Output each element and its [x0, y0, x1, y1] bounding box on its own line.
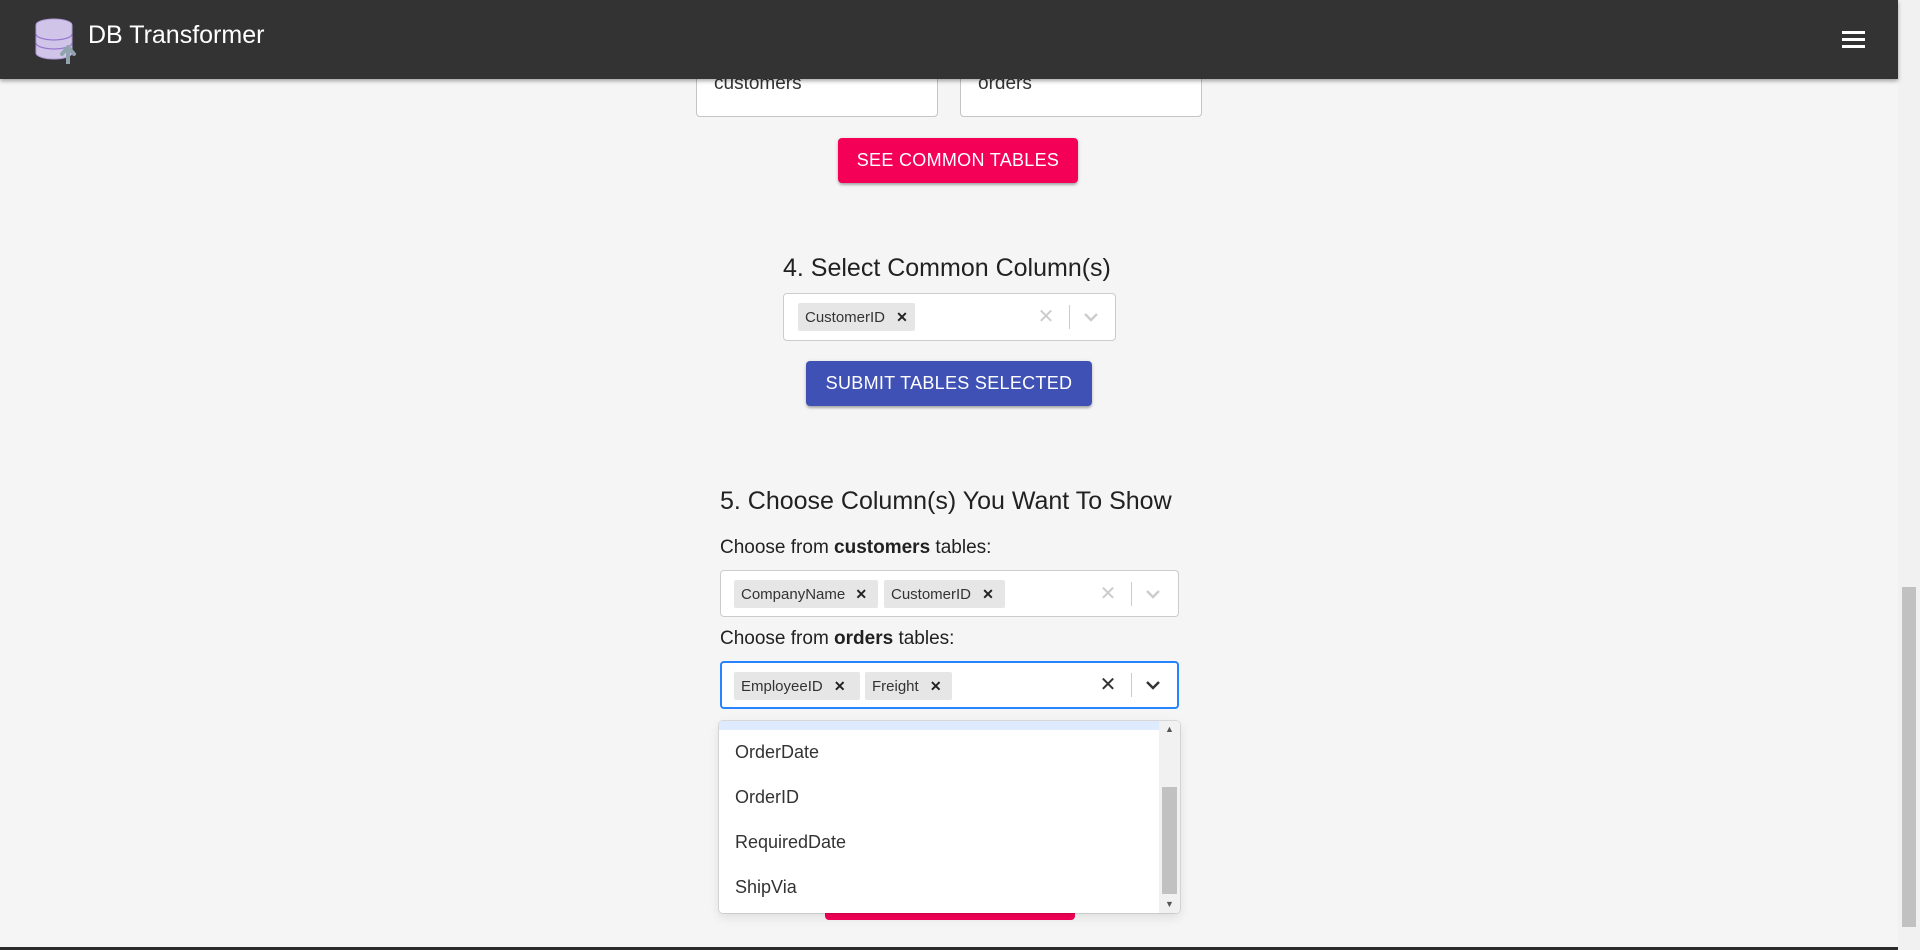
selected-chip: CustomerID ✕ [884, 580, 1005, 608]
chevron-down-icon[interactable] [1076, 303, 1106, 331]
highlighted-option[interactable] [719, 721, 1159, 730]
app-title: DB Transformer [88, 21, 265, 49]
chevron-down-icon[interactable] [1138, 671, 1168, 699]
selected-chip: Freight ✕ [865, 672, 952, 700]
step5-heading: 5. Choose Column(s) You Want To Show [720, 487, 1172, 515]
menu-option[interactable]: RequiredDate [719, 820, 1159, 865]
indicator-separator [1131, 582, 1132, 606]
selected-chip: EmployeeID ✕ [734, 672, 860, 700]
scroll-up-icon[interactable]: ▲ [1163, 724, 1176, 734]
label-prefix: Choose from [720, 537, 835, 558]
selected-chip: CompanyName ✕ [734, 580, 878, 608]
chip-label: CompanyName [741, 585, 846, 603]
scroll-down-icon[interactable]: ▼ [1163, 899, 1176, 909]
menu-option[interactable]: OrderID [719, 775, 1159, 820]
chip-label: Freight [872, 677, 919, 695]
chip-label: CustomerID [805, 308, 886, 326]
menu-scrollbar-thumb[interactable] [1162, 787, 1177, 894]
label-suffix: tables: [930, 537, 992, 558]
chip-label: CustomerID [891, 585, 972, 603]
clear-icon[interactable]: ✕ [1094, 580, 1122, 608]
customers-columns-label: Choose from customers tables: [720, 537, 991, 559]
selected-chip: CustomerID ✕ [798, 303, 915, 331]
label-table-name: customers [834, 537, 931, 558]
app-bar: DB Transformer [0, 0, 1898, 79]
indicator-separator [1069, 305, 1070, 329]
database-upload-icon [35, 18, 76, 64]
indicator-separator [1131, 673, 1132, 697]
orders-columns-menu: OrderDate OrderID RequiredDate ShipVia ▲… [719, 721, 1180, 913]
common-columns-select[interactable]: CustomerID ✕ ✕ [783, 293, 1116, 341]
menu-option[interactable]: ShipVia [719, 865, 1159, 910]
clear-icon[interactable]: ✕ [1094, 671, 1122, 699]
chip-label: EmployeeID [741, 677, 823, 695]
submit-tables-button[interactable]: SUBMIT TABLES SELECTED [806, 361, 1092, 406]
label-table-name: orders [834, 628, 894, 649]
step4-heading: 4. Select Common Column(s) [783, 254, 1111, 282]
orders-columns-label: Choose from orders tables: [720, 628, 954, 650]
menu-option[interactable]: OrderDate [719, 730, 1159, 775]
chevron-down-icon[interactable] [1138, 580, 1168, 608]
page-scrollbar-thumb[interactable] [1902, 587, 1916, 927]
see-common-tables-button[interactable]: SEE COMMON TABLES [838, 138, 1078, 183]
close-icon[interactable]: ✕ [829, 672, 851, 700]
label-prefix: Choose from [720, 628, 835, 649]
hamburger-menu-icon[interactable] [1834, 24, 1872, 56]
close-icon[interactable]: ✕ [891, 303, 913, 331]
label-suffix: tables: [893, 628, 955, 649]
close-icon[interactable]: ✕ [925, 672, 947, 700]
customers-columns-select[interactable]: CompanyName ✕ CustomerID ✕ ✕ [720, 570, 1179, 617]
orders-columns-select[interactable]: EmployeeID ✕ Freight ✕ ✕ [720, 661, 1179, 709]
close-icon[interactable]: ✕ [850, 580, 872, 608]
clear-icon[interactable]: ✕ [1032, 303, 1060, 331]
close-icon[interactable]: ✕ [977, 580, 999, 608]
